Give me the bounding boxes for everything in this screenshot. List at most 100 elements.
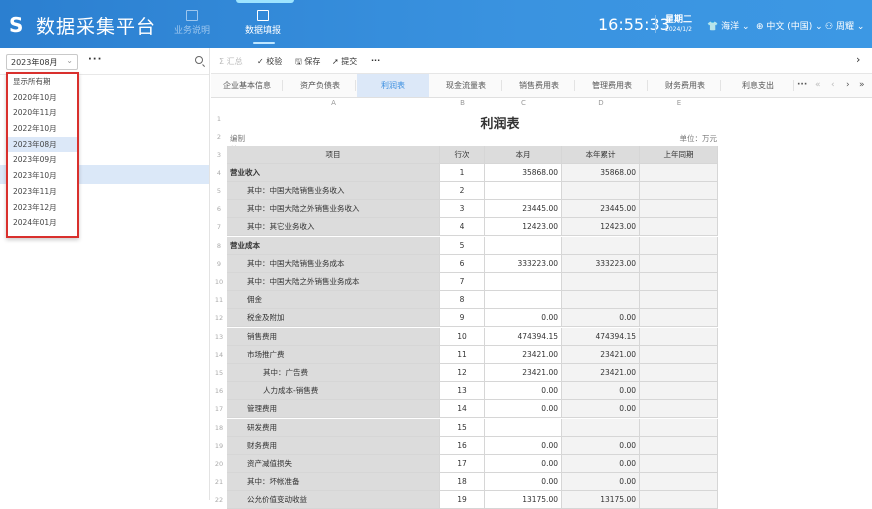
ytd-cell[interactable]: 0.00 [562,382,640,401]
ytd-cell[interactable]: 0.00 [562,436,640,455]
month-cell[interactable]: 23421.00 [485,345,562,364]
month-cell[interactable]: 0.00 [485,382,562,401]
ytd-cell[interactable]: 0.00 [562,473,640,492]
first-tab-icon[interactable]: « [815,80,821,90]
submit-button[interactable]: ➚ 提交 [332,56,357,67]
user-menu[interactable]: ⚇ 周耀 ⌄ [825,19,864,32]
ytd-cell[interactable]: 35868.00 [562,163,640,182]
period-option[interactable]: 2020年11月 [8,105,77,121]
prev-year-cell[interactable] [640,181,718,201]
ytd-cell[interactable]: 23421.00 [562,363,640,383]
prev-year-cell[interactable] [640,363,718,383]
prev-year-cell[interactable] [640,436,718,455]
more-button[interactable]: ··· [371,56,380,65]
tab-sheet[interactable]: 资产负债表 [284,74,356,97]
tab-sheet[interactable]: 利润表 [357,74,429,97]
month-cell[interactable]: 23445.00 [485,200,562,219]
period-option[interactable]: 2020年10月 [8,90,77,106]
column-header[interactable]: B [440,98,485,109]
prev-year-cell[interactable] [640,254,718,273]
ytd-cell[interactable]: 23421.00 [562,345,640,364]
period-option[interactable]: 2022年10月 [8,121,77,137]
save-button[interactable]: 🖫 保存 [295,56,320,70]
month-cell[interactable]: 12423.00 [485,218,562,237]
period-option[interactable]: 2023年12月 [8,200,77,216]
tab-sheet[interactable]: 销售费用表 [503,74,575,97]
month-cell[interactable] [485,291,562,310]
tab-sheet[interactable]: 企业基本信息 [211,74,283,97]
ytd-cell[interactable]: 333223.00 [562,254,640,273]
month-cell[interactable] [485,236,562,255]
more-button[interactable]: ··· [88,54,102,65]
ytd-cell[interactable]: 13175.00 [562,491,640,509]
ytd-cell[interactable] [562,291,640,310]
period-option[interactable]: 2023年08月 [8,136,77,153]
ytd-cell[interactable] [562,236,640,255]
ytd-cell[interactable] [562,181,640,201]
prev-year-cell[interactable] [640,291,718,310]
prev-year-cell[interactable] [640,272,718,292]
last-tab-icon[interactable]: » [859,80,865,90]
month-cell[interactable] [485,181,562,201]
month-cell[interactable]: 474394.15 [485,327,562,346]
chevron-right-icon[interactable]: › [856,53,860,66]
period-option[interactable]: 2023年09月 [8,152,77,168]
prev-year-cell[interactable] [640,163,718,182]
prev-year-cell[interactable] [640,327,718,346]
column-header[interactable]: A [227,98,440,109]
nav-data-entry[interactable]: 数据填报 [238,10,288,36]
nav-label: 业务说明 [173,26,210,36]
month-cell[interactable]: 0.00 [485,309,562,328]
month-cell[interactable]: 0.00 [485,436,562,455]
column-header[interactable]: E [640,98,718,109]
prev-year-cell[interactable] [640,491,718,509]
period-select[interactable]: 2023年08月 ⌄ [6,54,78,70]
sum-button[interactable]: Σ 汇总 [219,56,243,67]
period-option[interactable]: 2023年11月 [8,184,77,200]
month-cell[interactable]: 0.00 [485,454,562,474]
tab-sheet[interactable]: 管理费用表 [576,74,648,97]
ytd-cell[interactable]: 23445.00 [562,200,640,219]
month-cell[interactable] [485,272,562,292]
ytd-cell[interactable] [562,418,640,437]
prev-year-cell[interactable] [640,400,718,419]
prev-year-cell[interactable] [640,309,718,328]
period-option[interactable]: 2023年10月 [8,168,77,184]
prev-year-cell[interactable] [640,454,718,474]
period-option[interactable]: 2024年01月 [8,215,77,231]
prev-year-cell[interactable] [640,418,718,437]
language-menu[interactable]: ⊕ 中文 (中国) ⌄ [756,19,823,32]
ytd-cell[interactable]: 12423.00 [562,218,640,237]
tab-sheet[interactable]: 现金流量表 [430,74,502,97]
month-cell[interactable]: 35868.00 [485,163,562,182]
column-header[interactable]: D [562,98,640,109]
ytd-cell[interactable]: 474394.15 [562,327,640,346]
month-cell[interactable]: 0.00 [485,473,562,492]
ytd-cell[interactable]: 0.00 [562,454,640,474]
search-icon[interactable] [195,56,203,64]
prev-tab-icon[interactable]: ‹ [831,80,835,90]
month-cell[interactable]: 333223.00 [485,254,562,273]
more-tabs-button[interactable]: ··· [797,80,807,90]
month-cell[interactable]: 23421.00 [485,363,562,383]
tab-sheet[interactable]: 利息支出 [722,74,794,97]
tab-sheet[interactable]: 财务费用表 [649,74,721,97]
month-cell[interactable]: 13175.00 [485,491,562,509]
prev-year-cell[interactable] [640,200,718,219]
prev-year-cell[interactable] [640,236,718,255]
ytd-cell[interactable]: 0.00 [562,309,640,328]
column-header[interactable]: C [485,98,562,109]
ytd-cell[interactable] [562,272,640,292]
nav-business-description[interactable]: 业务说明 [167,10,217,36]
prev-year-cell[interactable] [640,473,718,492]
next-tab-icon[interactable]: › [846,80,850,90]
check-button[interactable]: ✓ 校验 [257,56,282,67]
prev-year-cell[interactable] [640,218,718,237]
ytd-cell[interactable]: 0.00 [562,400,640,419]
prev-year-cell[interactable] [640,382,718,401]
prev-year-cell[interactable] [640,345,718,364]
theme-menu[interactable]: 👕 海洋 ⌄ [707,19,750,32]
period-option[interactable]: 显示所有期 [8,74,77,90]
month-cell[interactable]: 0.00 [485,400,562,419]
month-cell[interactable] [485,418,562,437]
